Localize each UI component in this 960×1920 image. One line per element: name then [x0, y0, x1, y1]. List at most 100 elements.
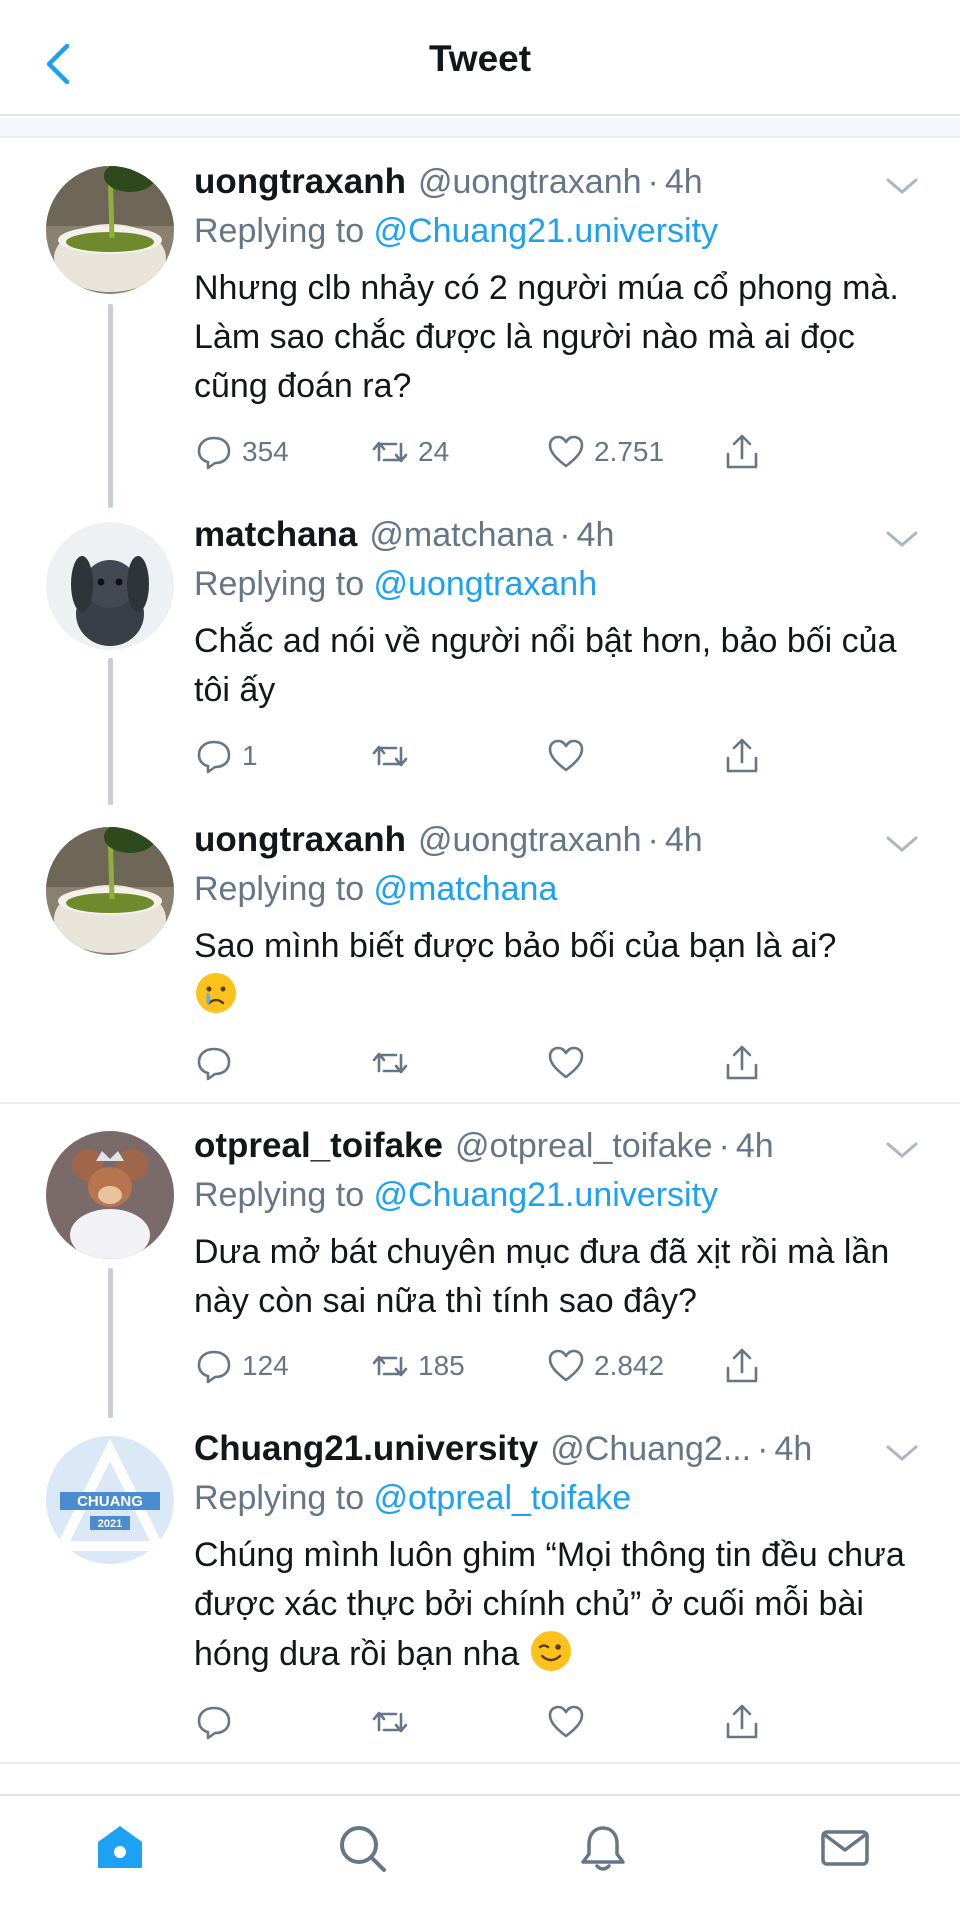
mention-link[interactable]: @Chuang21.university — [374, 1176, 718, 1214]
heart-icon — [548, 739, 584, 772]
display-name[interactable]: otpreal_toifake — [194, 1126, 443, 1166]
tweet-actions — [194, 1039, 794, 1087]
tweet-text: Chắc ad nói về người nổi bật hơn, bảo bố… — [194, 622, 897, 709]
reply-count: 124 — [242, 1350, 289, 1381]
like-button[interactable]: 2.751 — [546, 428, 664, 476]
replying-to: Replying to @matchana — [194, 870, 558, 908]
crying-face-icon — [196, 973, 236, 1013]
tweet-text: Dưa mở bát chuyên mục đưa đã xịt rồi mà … — [194, 1233, 890, 1320]
top-nav-bar: Tweet — [0, 0, 960, 116]
username[interactable]: @matchana — [369, 516, 553, 555]
like-button[interactable] — [546, 1698, 586, 1746]
chuang-logo-avatar[interactable]: CHUANG 2021 — [46, 1436, 174, 1564]
replying-to: Replying to @otpreal_toifake — [194, 1479, 632, 1517]
reply-icon — [197, 740, 231, 774]
timestamp: 4h — [664, 821, 703, 859]
display-name[interactable]: matchana — [194, 515, 357, 555]
reply-button[interactable]: 354 — [194, 428, 289, 476]
timestamp: 4h — [774, 1430, 813, 1468]
retweet-button[interactable]: 185 — [370, 1342, 465, 1390]
chevron-down-icon[interactable] — [884, 1441, 920, 1465]
green-tea-avatar[interactable] — [46, 827, 174, 955]
like-button[interactable] — [546, 1039, 586, 1087]
share-button[interactable] — [722, 732, 762, 780]
retweet-button[interactable]: 24 — [370, 428, 449, 476]
reply-icon — [197, 1047, 231, 1081]
tab-notifications[interactable] — [573, 1818, 633, 1878]
share-button[interactable] — [722, 1039, 762, 1087]
chevron-down-icon[interactable] — [884, 1138, 920, 1162]
reply-button[interactable] — [194, 1698, 234, 1746]
rabbit-avatar[interactable] — [46, 522, 174, 650]
retweet-icon — [372, 1711, 408, 1733]
tweet[interactable]: uongtraxanh @uongtraxanh · 4h Replying t… — [0, 795, 960, 1102]
share-button[interactable] — [722, 1342, 762, 1390]
share-icon — [726, 1348, 758, 1383]
thread-connector — [108, 658, 113, 805]
tab-search[interactable] — [332, 1818, 392, 1878]
green-tea-avatar[interactable] — [46, 166, 174, 294]
tweet-text: Sao mình biết được bảo bối của bạn là ai… — [194, 922, 914, 1021]
retweet-count: 24 — [418, 436, 450, 467]
chevron-down-icon[interactable] — [884, 527, 920, 551]
tweet-text: Chúng mình luôn ghim “Mọi thông tin đều … — [194, 1536, 905, 1673]
timestamp: 4h — [576, 516, 615, 554]
retweet-button[interactable] — [370, 1698, 410, 1746]
heart-icon — [548, 1705, 584, 1738]
tweet[interactable]: matchana @matchana · 4h Replying to @uon… — [0, 490, 960, 805]
tweet[interactable]: otpreal_toifake @otpreal_toifake · 4h Re… — [0, 1104, 960, 1418]
username[interactable]: @otpreal_toifake — [455, 1127, 713, 1166]
jerry-mouse-avatar[interactable] — [46, 1131, 174, 1259]
bottom-tab-bar — [0, 1794, 960, 1920]
winking-face-icon — [530, 1631, 571, 1671]
page-title: Tweet — [428, 38, 532, 79]
reply-icon — [197, 1706, 231, 1740]
messages-icon — [821, 1830, 869, 1866]
thread-connector — [108, 304, 113, 508]
reply-button[interactable] — [194, 1039, 234, 1087]
reply-button[interactable]: 1 — [194, 732, 258, 780]
chevron-down-icon[interactable] — [884, 174, 920, 198]
reply-icon — [197, 436, 231, 470]
heart-icon — [548, 1349, 584, 1382]
reply-button[interactable]: 124 — [194, 1342, 289, 1390]
search-icon — [340, 1826, 386, 1872]
tab-home[interactable] — [90, 1818, 150, 1878]
share-icon — [726, 1704, 758, 1739]
tweet[interactable]: CHUANG 2021 Chuang21.university @Chuang2… — [0, 1398, 960, 1762]
tab-messages[interactable] — [815, 1818, 875, 1878]
share-icon — [726, 434, 758, 469]
display-name[interactable]: Chuang21.university — [194, 1429, 538, 1469]
reply-count: 1 — [242, 740, 258, 771]
like-button[interactable]: 2.842 — [546, 1342, 664, 1390]
mention-link[interactable]: @matchana — [374, 870, 558, 908]
mention-link[interactable]: @Chuang21.university — [374, 212, 718, 250]
avatar-logo-text: CHUANG — [77, 1493, 143, 1510]
tweet[interactable]: uongtraxanh @uongtraxanh · 4h Replying t… — [0, 138, 960, 508]
mention-link[interactable]: @otpreal_toifake — [374, 1479, 632, 1517]
display-name[interactable]: uongtraxanh — [194, 820, 406, 860]
share-button[interactable] — [722, 428, 762, 476]
display-name[interactable]: uongtraxanh — [194, 162, 406, 202]
heart-icon — [548, 435, 584, 468]
tweet-actions: 354 24 2.751 — [194, 428, 794, 476]
avatar-logo-year: 2021 — [98, 1518, 122, 1530]
retweet-button[interactable] — [370, 732, 410, 780]
mention-link[interactable]: @uongtraxanh — [374, 565, 598, 603]
retweet-icon — [372, 1052, 408, 1074]
retweet-count: 185 — [418, 1350, 465, 1381]
chevron-down-icon[interactable] — [884, 832, 920, 856]
username[interactable]: @uongtraxanh — [418, 163, 642, 202]
retweet-button[interactable] — [370, 1039, 410, 1087]
separator-dot: · — [647, 821, 659, 859]
like-count: 2.751 — [594, 436, 665, 467]
share-button[interactable] — [722, 1698, 762, 1746]
separator-dot: · — [559, 516, 571, 554]
separator-dot: · — [757, 1430, 769, 1468]
home-icon — [98, 1826, 142, 1868]
thread-connector — [108, 1268, 113, 1418]
username[interactable]: @Chuang2... — [550, 1430, 751, 1469]
like-button[interactable] — [546, 732, 586, 780]
username[interactable]: @uongtraxanh — [418, 821, 642, 860]
like-count: 2.842 — [594, 1350, 665, 1381]
